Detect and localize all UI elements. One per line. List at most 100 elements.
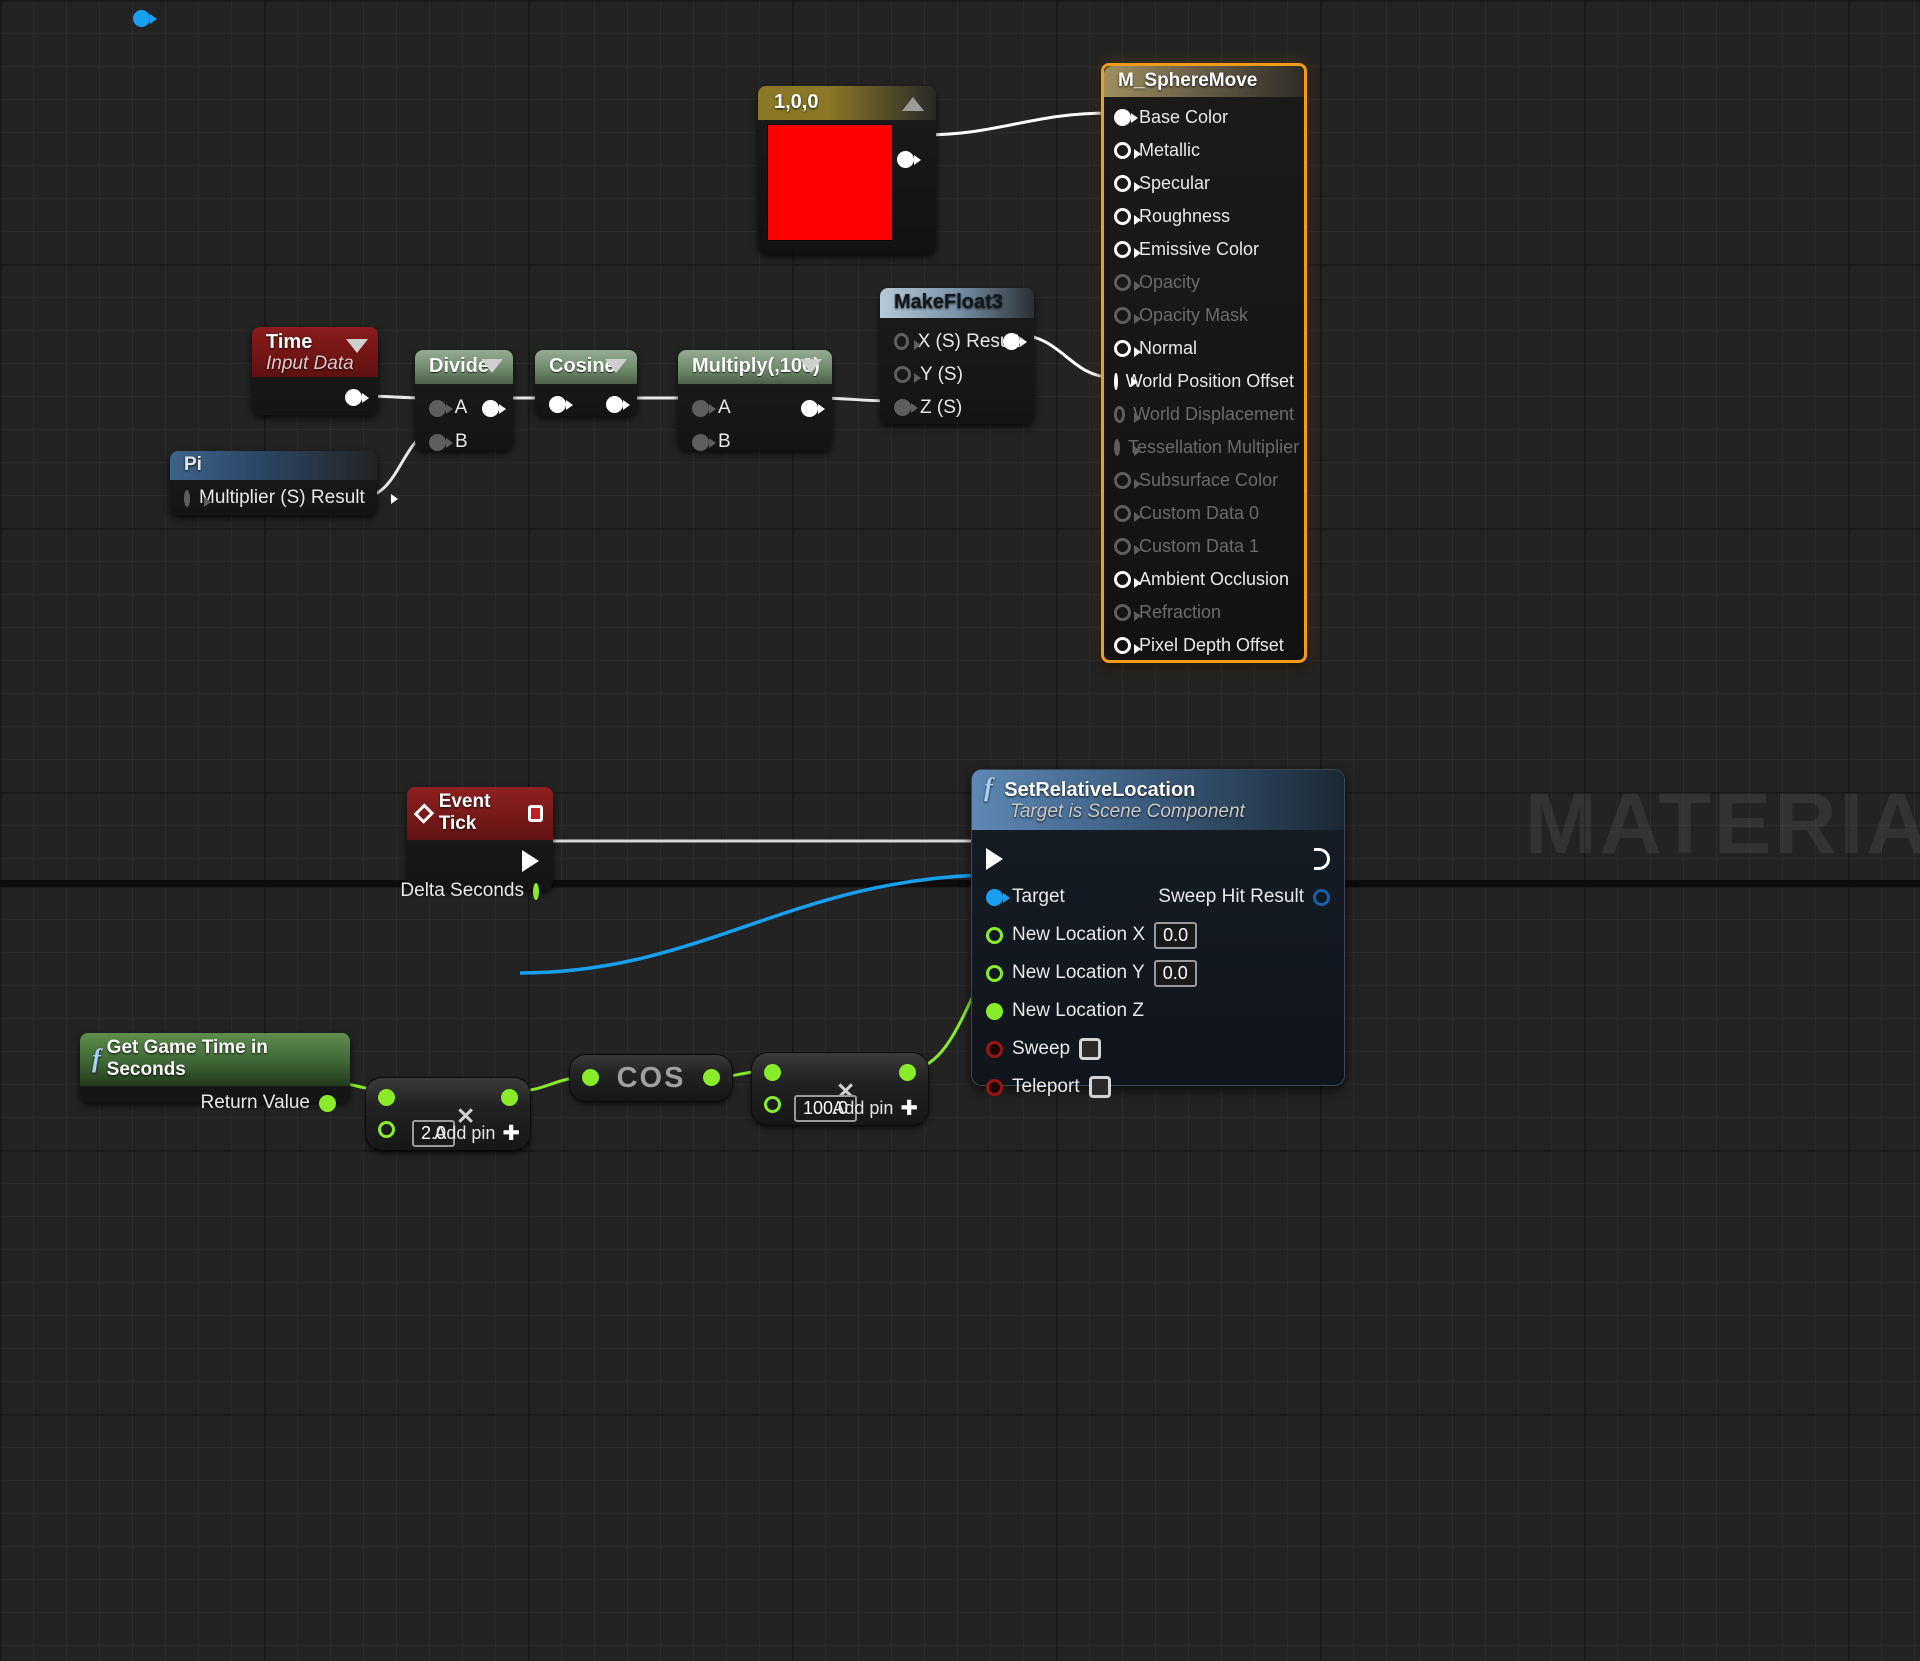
sweep-input-pin[interactable]	[986, 1040, 1003, 1058]
new-location-x-row[interactable]: New Location X 0.0	[972, 916, 1344, 954]
pi-multiplier-input-pin[interactable]	[184, 489, 211, 507]
new-location-z-pin[interactable]	[986, 1002, 1003, 1020]
chevron-down-icon[interactable]	[346, 339, 368, 353]
material-pin[interactable]	[1114, 571, 1141, 588]
material-pin[interactable]	[1114, 175, 1141, 192]
new-location-x-input[interactable]: 0.0	[1154, 921, 1198, 949]
sweep-checkbox[interactable]	[1079, 1038, 1102, 1060]
divide-output-pin[interactable]	[482, 399, 506, 417]
material-pin-row[interactable]: Tessellation Multiplier	[1104, 431, 1304, 464]
color-swatch[interactable]	[767, 124, 893, 241]
makefloat3-z-input-pin[interactable]	[894, 399, 918, 416]
set-relative-location-exec-row[interactable]	[972, 840, 1344, 878]
new-location-z-row[interactable]: New Location Z	[972, 992, 1344, 1030]
cosine-input-pin[interactable]	[549, 395, 573, 413]
exec-input-pin[interactable]	[986, 848, 1003, 870]
makefloat3-node[interactable]: MakeFloat3 X (S) Result Y (S) Z (S)	[880, 288, 1034, 424]
material-pin-row[interactable]: Opacity Mask	[1104, 299, 1304, 332]
return-value-row[interactable]: Return Value	[80, 1088, 350, 1118]
material-pin[interactable]	[1114, 109, 1138, 126]
material-pin[interactable]	[1114, 208, 1141, 225]
multiply-100-output-pin[interactable]	[899, 1064, 916, 1081]
cos-output-pin[interactable]	[703, 1069, 720, 1086]
material-pin[interactable]	[1114, 274, 1141, 291]
material-pin-row[interactable]: Custom Data 0	[1104, 497, 1304, 530]
material-pin-row[interactable]: Opacity	[1104, 266, 1304, 299]
multiply-node[interactable]: Multiply(,100) A B	[678, 350, 832, 452]
divide-node[interactable]: Divide A B	[415, 350, 513, 452]
multiply-input-a-row[interactable]: A	[678, 391, 832, 425]
cosine-output-pin[interactable]	[606, 395, 630, 413]
material-pin[interactable]	[1114, 406, 1142, 423]
multiply-2-input-a-pin[interactable]	[378, 1089, 395, 1106]
material-graph-canvas[interactable]: MATERIAL	[0, 0, 1920, 886]
makefloat3-z-row[interactable]: Z (S)	[880, 391, 1034, 424]
chevron-down-icon[interactable]	[605, 359, 627, 373]
return-value-output-pin[interactable]	[319, 1094, 336, 1112]
teleport-checkbox[interactable]	[1088, 1076, 1111, 1098]
material-pin-row[interactable]: Custom Data 1	[1104, 530, 1304, 563]
sweep-hit-result-output-pin[interactable]	[1313, 888, 1330, 906]
new-location-x-pin[interactable]	[986, 926, 1003, 944]
time-node[interactable]: Time Input Data	[252, 327, 378, 415]
divide-input-a-pin[interactable]	[429, 399, 453, 417]
sphere-output-pin[interactable]	[133, 9, 157, 27]
multiply-input-a-pin[interactable]	[692, 399, 716, 417]
teleport-input-pin[interactable]	[986, 1078, 1003, 1096]
multiply-100-node[interactable]: ✕ 100.0 Add pin ✚	[752, 1053, 928, 1125]
teleport-row[interactable]: Teleport	[972, 1068, 1344, 1106]
divide-input-b-row[interactable]: B	[415, 425, 513, 459]
material-constant-node[interactable]: 1,0,0	[758, 86, 936, 254]
get-game-time-node[interactable]: f Get Game Time in Seconds Return Value	[80, 1033, 350, 1113]
divide-input-b-pin[interactable]	[429, 433, 453, 451]
exec-output-pin[interactable]	[522, 850, 539, 872]
time-output-pin[interactable]	[345, 389, 369, 406]
blueprint-graph-canvas[interactable]: BLUEPRINT	[0, 886, 1920, 1661]
material-pin-row[interactable]: Metallic	[1104, 134, 1304, 167]
makefloat3-x-row[interactable]: X (S) Result	[880, 325, 1034, 358]
material-pin-row[interactable]: Specular	[1104, 167, 1304, 200]
material-pin-row[interactable]: Pixel Depth Offset	[1104, 629, 1304, 662]
event-tick-node[interactable]: Event Tick Delta Seconds	[400, 787, 553, 901]
exec-output-pin[interactable]	[1314, 848, 1330, 870]
makefloat3-y-input-pin[interactable]	[894, 366, 921, 383]
pi-multiplier-row[interactable]: Multiplier (S) Result	[170, 484, 398, 512]
multiply-output-pin[interactable]	[801, 399, 825, 417]
material-pin[interactable]	[1114, 472, 1141, 489]
material-pin-row[interactable]: Emissive Color	[1104, 233, 1304, 266]
multiply-input-b-row[interactable]: B	[678, 425, 832, 459]
event-tick-exec-row[interactable]	[407, 846, 553, 876]
cosine-pins-row[interactable]	[535, 391, 637, 417]
material-output-node[interactable]: M_SphereMove Base Color Metallic Specular R…	[1101, 63, 1307, 663]
multiply-2-add-pin[interactable]: Add pin ✚	[434, 1123, 520, 1144]
delta-seconds-row[interactable]: Delta Seconds	[400, 876, 553, 906]
multiply-100-input-b-pin[interactable]	[764, 1096, 781, 1113]
makefloat3-x-input-pin[interactable]	[894, 333, 921, 350]
material-pin-row[interactable]: Ambient Occlusion	[1104, 563, 1304, 596]
material-pin[interactable]	[1114, 604, 1141, 621]
cosine-node[interactable]: Cosine	[535, 350, 637, 416]
multiply-100-add-pin[interactable]: Add pin ✚	[832, 1098, 918, 1119]
makefloat3-y-row[interactable]: Y (S)	[880, 358, 1034, 391]
chevron-down-icon[interactable]	[800, 359, 822, 373]
delta-seconds-output-pin[interactable]	[533, 882, 539, 900]
material-pin[interactable]	[1114, 373, 1136, 390]
material-pin-row[interactable]: World Position Offset	[1104, 365, 1304, 398]
set-relative-location-node[interactable]: f SetRelativeLocation Target is Scene Co…	[972, 770, 1344, 1098]
material-pin-row[interactable]: Subsurface Color	[1104, 464, 1304, 497]
target-row[interactable]: Target Sweep Hit Result	[972, 878, 1344, 916]
material-pin[interactable]	[1114, 637, 1141, 654]
material-pin[interactable]	[1114, 538, 1141, 555]
material-pin[interactable]	[1114, 340, 1141, 357]
new-location-y-input[interactable]: 0.0	[1153, 959, 1197, 987]
material-pin-row[interactable]: Normal	[1104, 332, 1304, 365]
multiply-2-output-pin[interactable]	[501, 1089, 518, 1106]
pi-node[interactable]: Pi Multiplier (S) Result	[170, 451, 398, 515]
material-pin-row[interactable]: Roughness	[1104, 200, 1304, 233]
multiply-2-input-b-pin[interactable]	[378, 1121, 395, 1138]
makefloat3-output-pin[interactable]	[1003, 333, 1027, 350]
cos-input-pin[interactable]	[582, 1069, 599, 1086]
stop-icon[interactable]	[527, 804, 543, 822]
new-location-y-row[interactable]: New Location Y 0.0	[972, 954, 1344, 992]
cos-node[interactable]: COS	[570, 1055, 732, 1101]
